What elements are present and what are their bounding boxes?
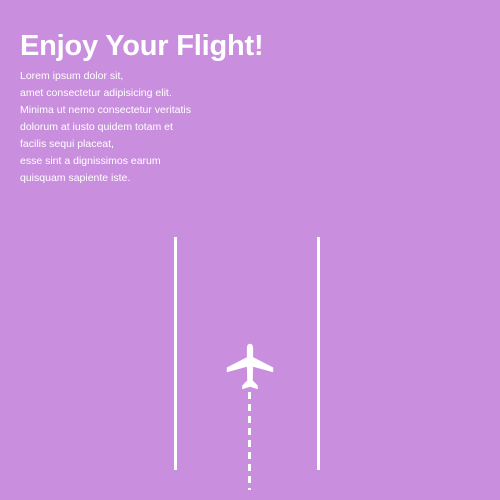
airplane-icon	[226, 343, 274, 390]
paragraph-line: dolorum at iusto quidem totam et	[20, 121, 173, 133]
flight-screen: { "hero": { "title": "Enjoy Your Flight!…	[0, 0, 500, 500]
page-title: Enjoy Your Flight!	[20, 30, 264, 62]
hero-section: Enjoy Your Flight! Lorem ipsum dolor sit…	[20, 28, 280, 187]
paragraph-line: facilis sequi placeat,	[20, 138, 114, 150]
paragraph-line: esse sint a dignissimos earum	[20, 155, 161, 167]
paragraph-line: quisquam sapiente iste.	[20, 172, 131, 184]
paragraph-line: Lorem ipsum dolor sit,	[20, 70, 124, 82]
paragraph-line: amet consectetur adipisicing elit.	[20, 87, 172, 99]
flight-trail	[248, 392, 251, 490]
runway-right-edge	[317, 237, 320, 470]
hero-paragraph: Lorem ipsum dolor sit, amet consectetur …	[20, 68, 280, 187]
runway-left-edge	[174, 237, 177, 470]
paragraph-line: Minima ut nemo consectetur veritatis	[20, 104, 191, 116]
